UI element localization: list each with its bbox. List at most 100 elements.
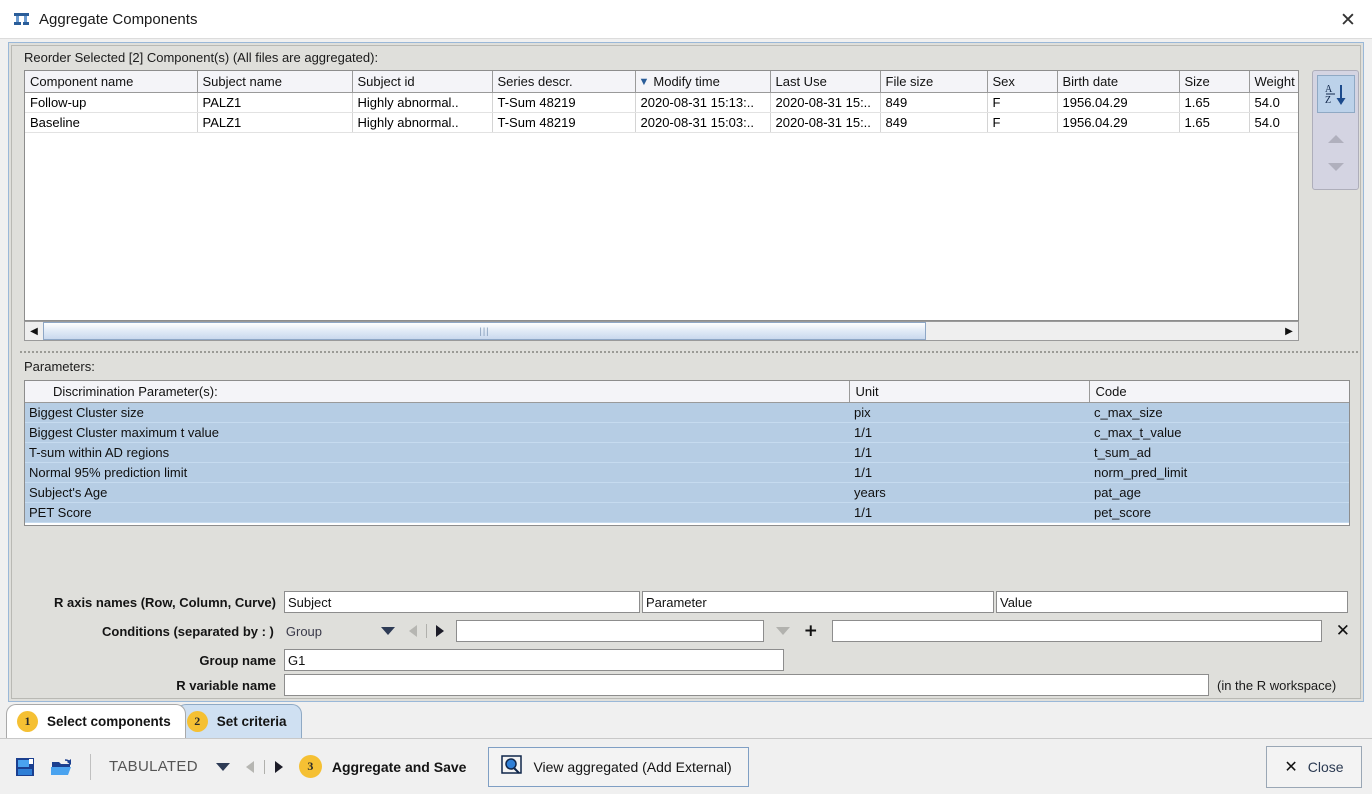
conditions-value-input[interactable] xyxy=(831,620,1322,642)
param-name: PET Score xyxy=(25,502,849,523)
parameters-table[interactable]: Discrimination Parameter(s): Unit Code B… xyxy=(24,380,1350,526)
param-name: Biggest Cluster maximum t value xyxy=(25,422,849,443)
cell-size: 1.65 xyxy=(1179,92,1250,113)
cell-modify-time: 2020-08-31 15:13:.. xyxy=(635,92,771,113)
open-folder-icon[interactable] xyxy=(50,756,74,778)
col-discrimination-parameter[interactable]: Discrimination Parameter(s): xyxy=(25,381,850,403)
col-size[interactable]: Size xyxy=(1179,71,1250,93)
col-subject-name[interactable]: Subject name xyxy=(197,71,353,93)
main-panel-inner: Reorder Selected [2] Component(s) (All f… xyxy=(11,45,1361,699)
previous-condition-arrow[interactable] xyxy=(409,625,418,637)
col-modify-time-label: Modify time xyxy=(653,73,720,89)
close-x-icon: ✕ xyxy=(1284,757,1298,776)
cell-subject-id: Highly abnormal.. xyxy=(352,92,493,113)
save-floppy-icon[interactable] xyxy=(14,756,36,778)
tab-2-badge: 2 xyxy=(186,711,208,732)
table-row[interactable]: Follow-up PALZ1 Highly abnormal.. T-Sum … xyxy=(25,92,1298,113)
param-unit: years xyxy=(849,482,1089,503)
cell-series-descr: T-Sum 48219 xyxy=(492,112,636,133)
view-aggregated-icon xyxy=(501,755,523,778)
cell-birth-date: 1956.04.29 xyxy=(1057,92,1180,113)
conditions-combo-value[interactable]: Group xyxy=(286,624,381,639)
scroll-right-icon[interactable]: ▶ xyxy=(1280,322,1298,340)
format-next-arrow[interactable] xyxy=(274,760,283,773)
tab-1-badge: 1 xyxy=(17,711,38,732)
move-down-arrow[interactable] xyxy=(1328,163,1344,171)
view-aggregated-button[interactable]: View aggregated (Add External) xyxy=(488,746,749,787)
close-button-label: Close xyxy=(1307,758,1344,775)
cell-weight: 54.0 xyxy=(1249,92,1298,113)
format-chevron-down-icon[interactable] xyxy=(215,762,230,771)
col-file-size[interactable]: File size xyxy=(880,71,988,93)
param-unit: pix xyxy=(849,402,1089,423)
conditions-label: Conditions (separated by : ) xyxy=(101,623,274,639)
list-item[interactable]: Subject's Age years pat_age xyxy=(25,482,1349,503)
remove-condition-button[interactable]: ✕ xyxy=(1336,622,1350,640)
r-variable-input[interactable] xyxy=(284,674,1209,696)
axis-row-input[interactable] xyxy=(284,591,640,613)
group-name-input[interactable] xyxy=(284,649,784,671)
list-item[interactable]: Biggest Cluster maximum t value 1/1 c_ma… xyxy=(25,422,1349,443)
conditions-field-chevron-down-icon[interactable] xyxy=(775,627,790,635)
col-unit[interactable]: Unit xyxy=(849,381,1090,403)
col-weight[interactable]: Weight xyxy=(1249,71,1298,93)
col-series-descr[interactable]: Series descr. xyxy=(492,71,636,93)
r-variable-row: R variable name (in the R workspace) xyxy=(24,674,1350,696)
list-item[interactable]: T-sum within AD regions 1/1 t_sum_ad xyxy=(25,442,1349,463)
axis-names-row: R axis names (Row, Column, Curve) xyxy=(24,591,1350,613)
components-table-header: Component name Subject name Subject id S… xyxy=(25,71,1298,93)
list-item[interactable]: Biggest Cluster size pix c_max_size xyxy=(25,402,1349,423)
col-code[interactable]: Code xyxy=(1089,381,1349,403)
cell-birth-date: 1956.04.29 xyxy=(1057,112,1180,133)
components-hscrollbar[interactable]: ◀ ||| ▶ xyxy=(24,321,1299,341)
col-birth-date[interactable]: Birth date xyxy=(1057,71,1180,93)
param-code: pet_score xyxy=(1089,502,1349,523)
format-label: TABULATED xyxy=(109,758,198,775)
sort-az-button[interactable]: A Z xyxy=(1317,75,1355,113)
hscrollbar-thumb[interactable]: ||| xyxy=(43,322,926,340)
param-unit: 1/1 xyxy=(849,502,1089,523)
param-name: Subject's Age xyxy=(25,482,849,503)
aggregate-and-save-button[interactable]: Aggregate and Save xyxy=(332,759,467,775)
cell-subject-id: Highly abnormal.. xyxy=(352,112,493,133)
table-row[interactable]: Baseline PALZ1 Highly abnormal.. T-Sum 4… xyxy=(25,112,1298,133)
param-code: c_max_size xyxy=(1089,402,1349,423)
col-last-use[interactable]: Last Use xyxy=(770,71,881,93)
next-condition-arrow[interactable] xyxy=(436,625,445,637)
list-item[interactable]: Normal 95% prediction limit 1/1 norm_pre… xyxy=(25,462,1349,483)
group-name-row: Group name xyxy=(24,649,784,671)
conditions-field-input[interactable] xyxy=(456,620,764,642)
scroll-left-icon[interactable]: ◀ xyxy=(25,322,43,340)
cell-weight: 54.0 xyxy=(1249,112,1298,133)
svg-text:Z: Z xyxy=(1325,95,1331,106)
cell-series-descr: T-Sum 48219 xyxy=(492,92,636,113)
cell-last-use: 2020-08-31 15:.. xyxy=(770,112,881,133)
col-sex[interactable]: Sex xyxy=(987,71,1058,93)
tab-set-criteria[interactable]: 2 Set criteria xyxy=(175,704,302,738)
cell-subject-name: PALZ1 xyxy=(197,92,353,113)
r-variable-label: R variable name xyxy=(176,677,276,693)
axis-curve-input[interactable] xyxy=(996,591,1348,613)
move-up-arrow[interactable] xyxy=(1328,135,1344,143)
chevron-down-icon[interactable] xyxy=(381,627,396,635)
param-name: Biggest Cluster size xyxy=(25,402,849,423)
close-icon[interactable]: ✕ xyxy=(1324,0,1372,39)
cell-size: 1.65 xyxy=(1179,112,1250,133)
param-unit: 1/1 xyxy=(849,422,1089,443)
format-previous-arrow[interactable] xyxy=(245,760,254,773)
col-component-name[interactable]: Component name xyxy=(25,71,198,93)
panel-splitter[interactable] xyxy=(20,349,1358,354)
param-unit: 1/1 xyxy=(849,442,1089,463)
hscrollbar-track[interactable]: ||| xyxy=(43,322,1280,340)
param-unit: 1/1 xyxy=(849,462,1089,483)
close-button[interactable]: ✕ Close xyxy=(1266,745,1362,788)
col-subject-id[interactable]: Subject id xyxy=(352,71,493,93)
col-modify-time[interactable]: ▼ Modify time xyxy=(635,71,771,93)
list-item[interactable]: PET Score 1/1 pet_score xyxy=(25,502,1349,523)
cell-file-size: 849 xyxy=(880,92,988,113)
axis-column-input[interactable] xyxy=(642,591,994,613)
tab-select-components[interactable]: 1 Select components xyxy=(6,704,186,738)
main-panel: Reorder Selected [2] Component(s) (All f… xyxy=(8,42,1364,702)
add-condition-button[interactable]: + xyxy=(804,622,818,640)
components-table[interactable]: Component name Subject name Subject id S… xyxy=(24,70,1299,321)
